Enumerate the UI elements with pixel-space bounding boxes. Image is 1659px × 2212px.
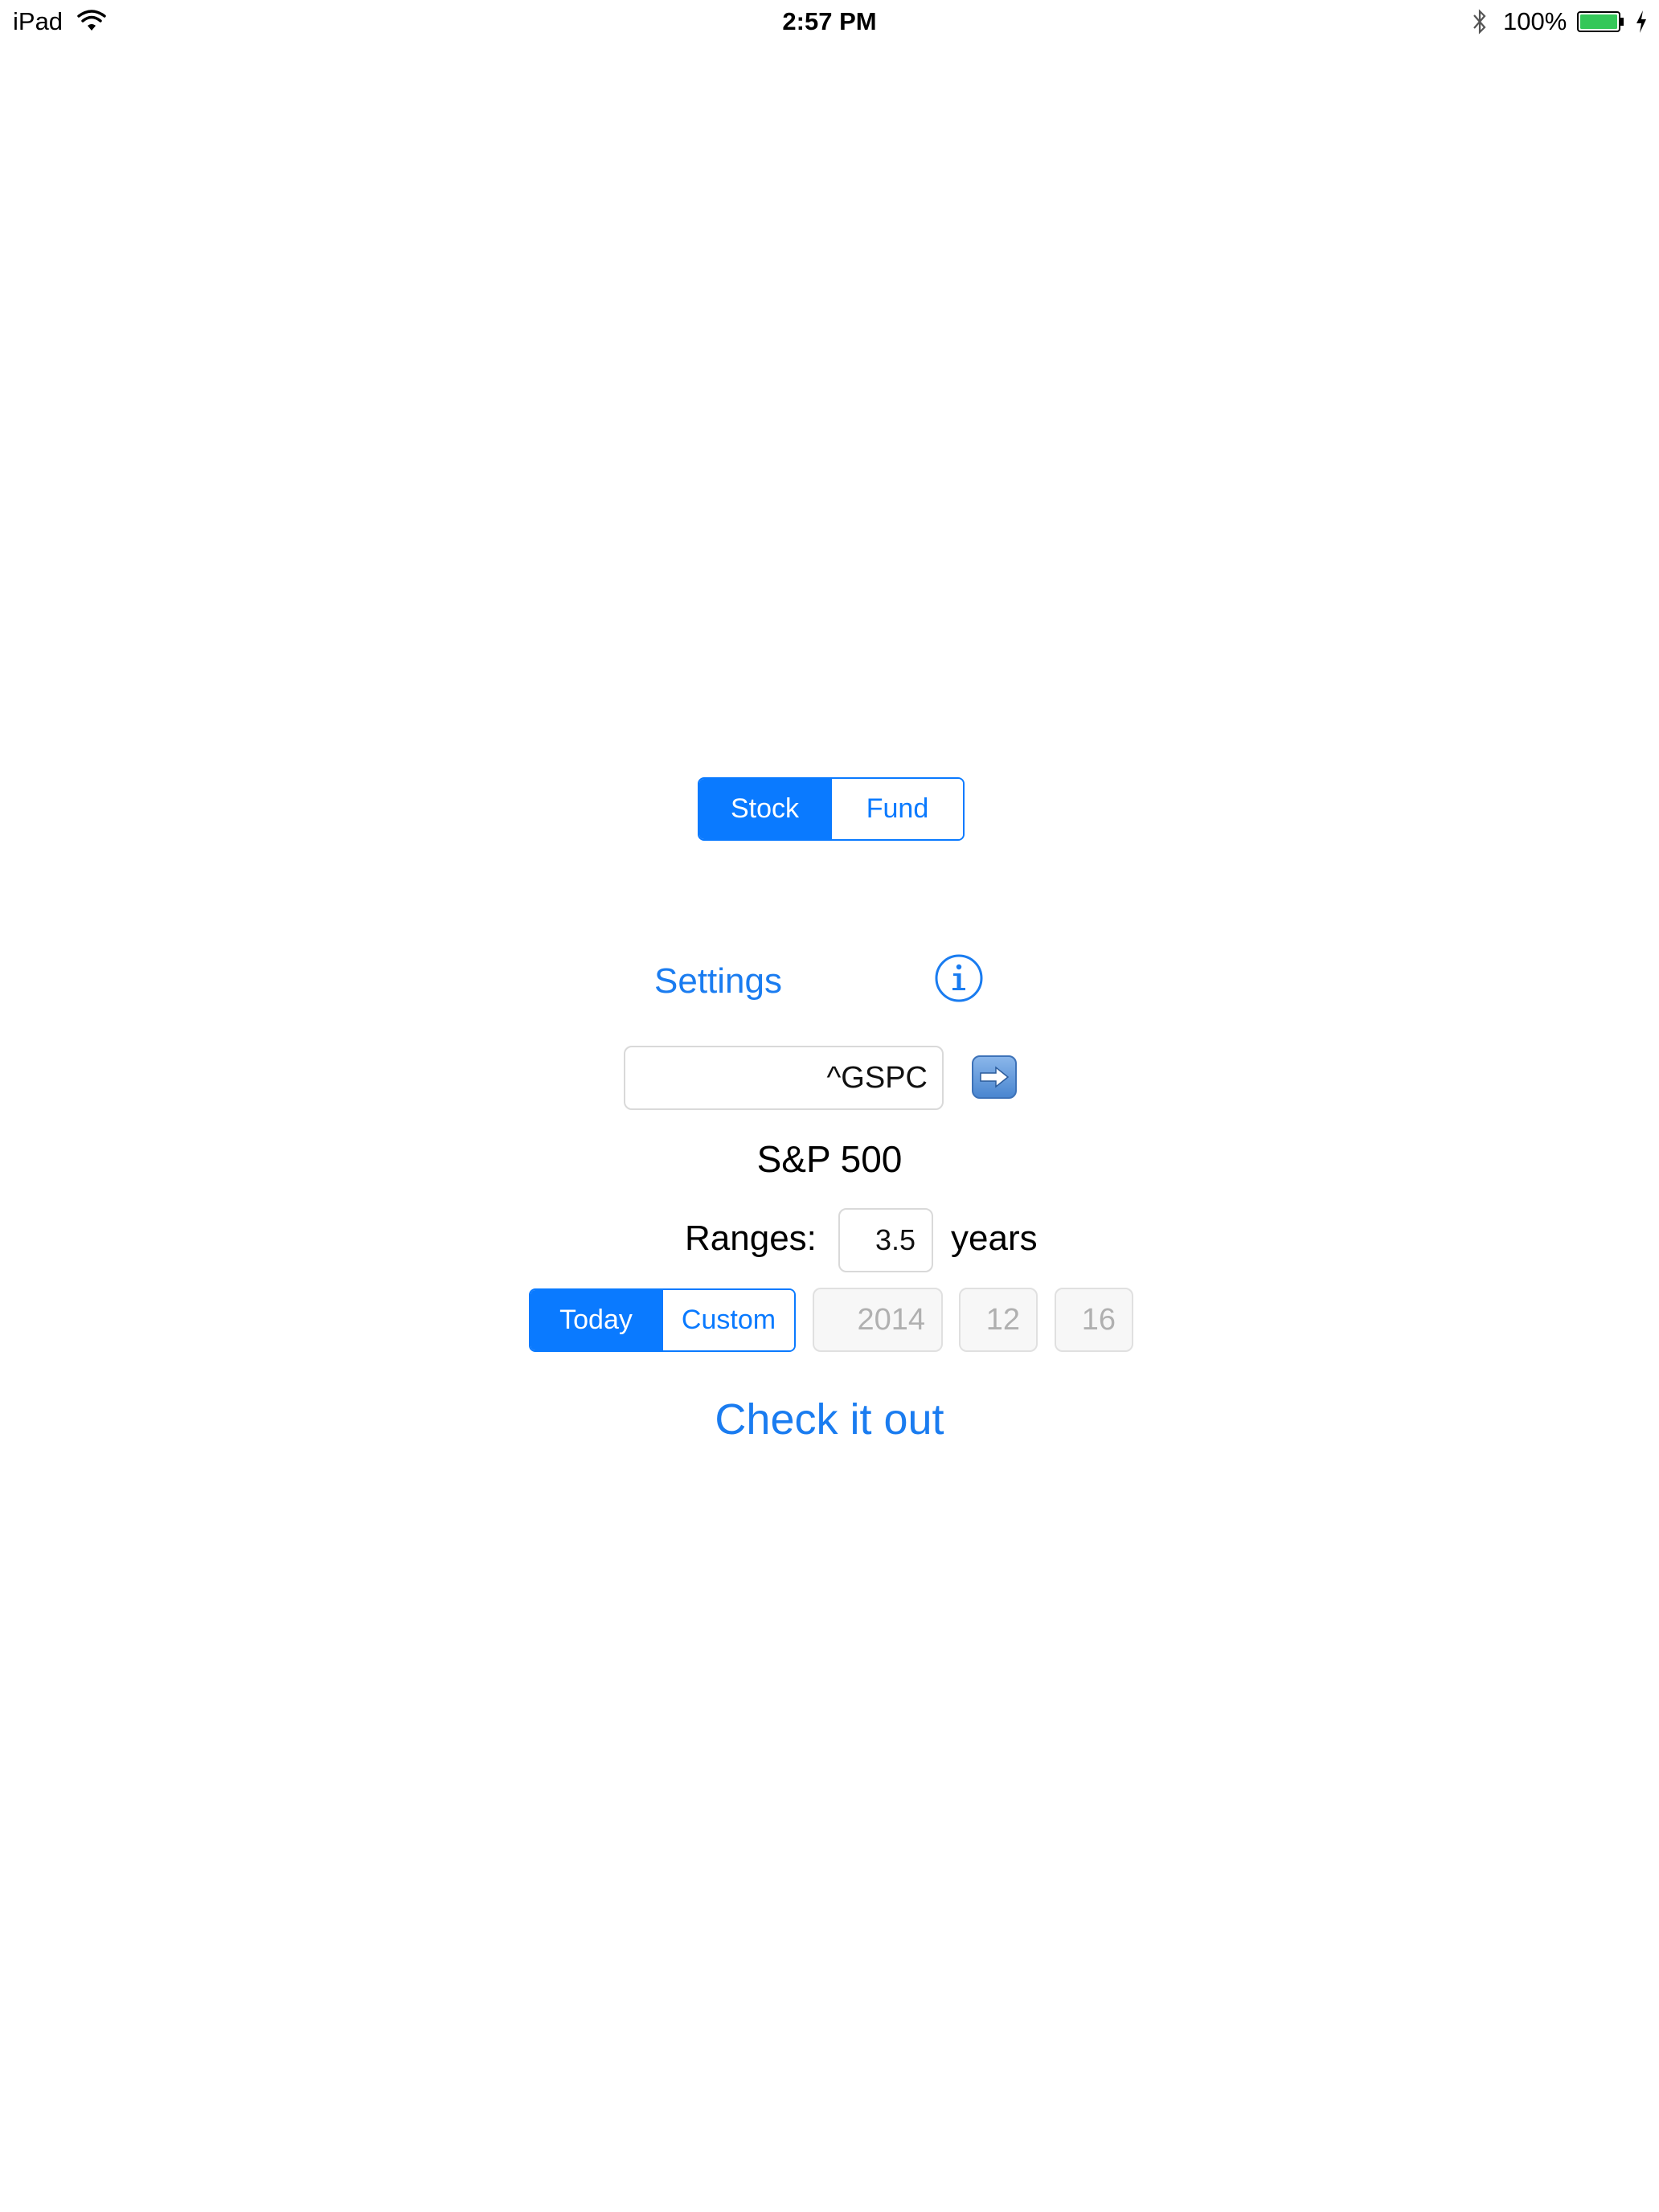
month-field[interactable]: 12 bbox=[959, 1288, 1038, 1352]
range-input[interactable] bbox=[838, 1208, 933, 1272]
year-field[interactable]: 2014 bbox=[813, 1288, 943, 1352]
app-screen: iPad 2:57 PM 100% Stock Fund Settings ^G… bbox=[0, 0, 1659, 2212]
years-label: years bbox=[951, 1219, 1038, 1258]
segment-custom[interactable]: Custom bbox=[662, 1290, 794, 1350]
settings-button[interactable]: Settings bbox=[654, 961, 782, 1002]
symbol-input[interactable] bbox=[624, 1046, 944, 1110]
status-time: 2:57 PM bbox=[782, 7, 877, 35]
segment-fund[interactable]: Fund bbox=[830, 779, 963, 839]
symbol-name: S&P 500 bbox=[756, 1138, 903, 1180]
status-bar: iPad 2:57 PM 100% bbox=[0, 0, 1659, 45]
day-field[interactable]: 16 bbox=[1055, 1288, 1133, 1352]
arrow-right-icon bbox=[980, 1066, 1010, 1088]
charging-icon bbox=[1636, 10, 1646, 33]
bluetooth-icon bbox=[1473, 9, 1486, 35]
battery-icon bbox=[1577, 11, 1624, 32]
check-it-out-button[interactable]: Check it out bbox=[0, 1395, 1659, 1444]
segment-today[interactable]: Today bbox=[530, 1290, 662, 1350]
type-segmented-control: Stock Fund bbox=[698, 777, 965, 841]
date-segmented-control: Today Custom bbox=[529, 1288, 796, 1352]
info-icon[interactable] bbox=[934, 953, 984, 1003]
go-button[interactable] bbox=[972, 1055, 1017, 1099]
ranges-label: Ranges: bbox=[685, 1219, 817, 1258]
battery-percent: 100% bbox=[1503, 7, 1567, 35]
segment-stock[interactable]: Stock bbox=[699, 779, 830, 839]
